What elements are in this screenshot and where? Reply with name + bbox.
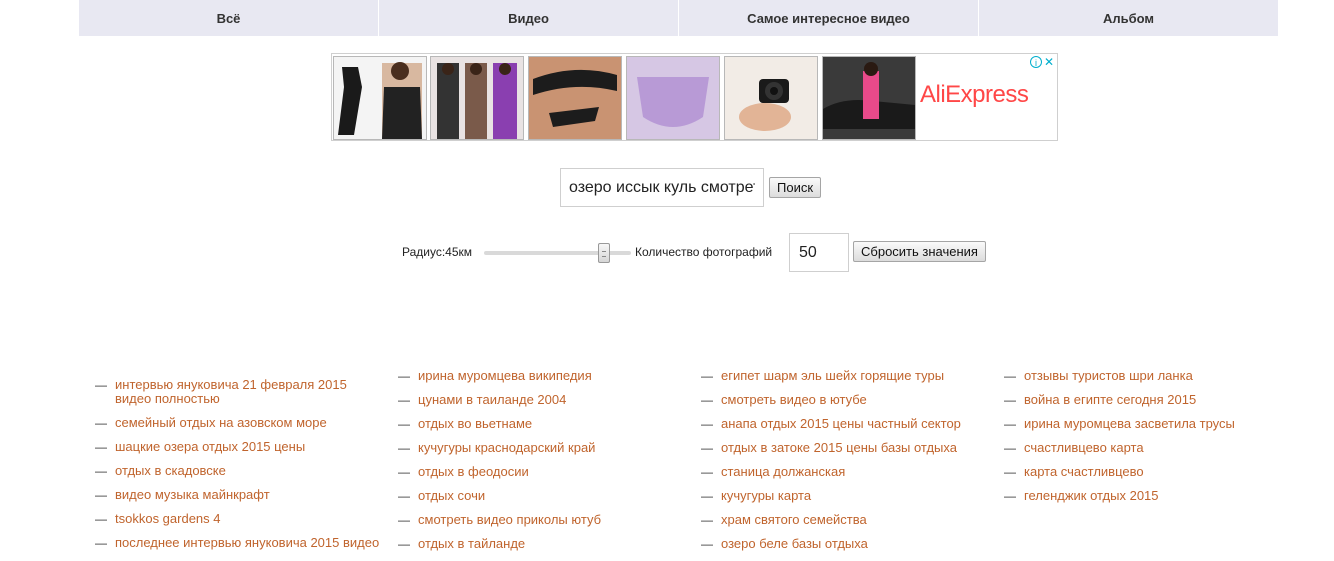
ad-image-mini-camera[interactable] (724, 56, 818, 140)
ad-badges: i ✕ (1029, 56, 1054, 68)
info-icon[interactable]: i (1029, 56, 1042, 68)
suggestion-link[interactable]: отдых сочи (418, 488, 485, 503)
suggestion-link[interactable]: египет шарм эль шейх горящие туры (721, 368, 944, 383)
radius-slider-handle[interactable] (598, 243, 610, 263)
list-item: геленджик отдых 2015 (1004, 488, 1294, 504)
suggestion-link[interactable]: отдых в скадовске (115, 463, 226, 478)
suggestion-link[interactable]: ирина муромцева засветила трусы (1024, 416, 1235, 431)
suggestion-link[interactable]: видео музыка майнкрафт (115, 487, 270, 502)
list-item: отдых сочи (398, 488, 688, 504)
links-column-4: отзывы туристов шри ланка война в египте … (1004, 369, 1294, 513)
list-item: отзывы туристов шри ланка (1004, 368, 1294, 384)
list-item: видео музыка майнкрафт (95, 487, 385, 503)
list-item: анапа отдых 2015 цены частный сектор (701, 416, 991, 432)
suggestion-link[interactable]: отзывы туристов шри ланка (1024, 368, 1193, 383)
suggestion-link[interactable]: шацкие озера отдых 2015 цены (115, 439, 305, 454)
list-item: отдых в тайланде (398, 536, 688, 552)
links-column-1: интервью януковича 21 февраля 2015 видео… (95, 378, 385, 560)
suggestion-link[interactable]: храм святого семейства (721, 512, 867, 527)
suggestion-link[interactable]: отдых в феодосии (418, 464, 529, 479)
ad-image-underwear[interactable] (626, 56, 720, 140)
photo-count-label: Количество фотографий (635, 245, 773, 259)
suggestion-link[interactable]: анапа отдых 2015 цены частный сектор (721, 416, 961, 431)
tab-all[interactable]: Всё (79, 0, 379, 36)
top-tab-bar: Всё Видео Самое интересное видео Альбом (79, 0, 1278, 36)
list-item: карта счастливцево (1004, 464, 1294, 480)
list-item: отдых в скадовске (95, 463, 385, 479)
list-item: храм святого семейства (701, 512, 991, 528)
search-input[interactable] (560, 168, 764, 207)
suggestion-link[interactable]: смотреть видео в ютубе (721, 392, 867, 407)
ad-image-lingerie-black[interactable] (333, 56, 427, 140)
ad-banner[interactable]: AliExpress i ✕ (331, 53, 1058, 141)
suggestion-link[interactable]: семейный отдых на азовском море (115, 415, 327, 430)
list-item: египет шарм эль шейх горящие туры (701, 368, 991, 384)
list-item: кучугуры карта (701, 488, 991, 504)
list-item: смотреть видео приколы ютуб (398, 512, 688, 528)
list-item: цунами в таиланде 2004 (398, 392, 688, 408)
suggestion-link[interactable]: последнее интервью януковича 2015 видео (115, 535, 379, 550)
list-item: счастливцево карта (1004, 440, 1294, 456)
photo-count-input[interactable] (789, 233, 849, 272)
list-item: ирина муромцева википедия (398, 368, 688, 384)
suggestion-link[interactable]: цунами в таиланде 2004 (418, 392, 566, 407)
tab-album[interactable]: Альбом (979, 0, 1278, 36)
suggestion-link[interactable]: геленджик отдых 2015 (1024, 488, 1159, 503)
links-column-2: ирина муромцева википедия цунами в таилан… (398, 369, 688, 561)
list-item: отдых в феодосии (398, 464, 688, 480)
reset-values-button[interactable]: Сбросить значения (853, 241, 986, 262)
suggestion-link[interactable]: смотреть видео приколы ютуб (418, 512, 601, 527)
search-button[interactable]: Поиск (769, 177, 822, 198)
suggestion-link[interactable]: tsokkos gardens 4 (115, 511, 221, 526)
list-item: последнее интервью януковича 2015 видео (95, 535, 385, 551)
suggestion-link[interactable]: отдых во вьетнаме (418, 416, 532, 431)
list-item: отдых во вьетнаме (398, 416, 688, 432)
suggestion-link[interactable]: отдых в тайланде (418, 536, 525, 551)
ad-image-car-model[interactable] (822, 56, 916, 140)
suggestion-link[interactable]: карта счастливцево (1024, 464, 1144, 479)
ad-image-swimwear[interactable] (528, 56, 622, 140)
list-item: семейный отдых на азовском море (95, 415, 385, 431)
list-item: станица должанская (701, 464, 991, 480)
ad-image-bodysuits[interactable] (430, 56, 524, 140)
list-item: война в египте сегодня 2015 (1004, 392, 1294, 408)
list-item: tsokkos gardens 4 (95, 511, 385, 527)
tab-video[interactable]: Видео (379, 0, 679, 36)
list-item: озеро беле базы отдыха (701, 536, 991, 552)
list-item: смотреть видео в ютубе (701, 392, 991, 408)
radius-label: Радиус:45км (402, 245, 473, 259)
suggestion-link[interactable]: кучугуры карта (721, 488, 811, 503)
suggestion-link[interactable]: счастливцево карта (1024, 440, 1144, 455)
list-item: отдых в затоке 2015 цены базы отдыха (701, 440, 991, 456)
list-item: шацкие озера отдых 2015 цены (95, 439, 385, 455)
suggestion-link[interactable]: озеро беле базы отдыха (721, 536, 868, 551)
links-column-3: египет шарм эль шейх горящие туры смотрет… (701, 369, 991, 561)
tab-most-interesting-video[interactable]: Самое интересное видео (679, 0, 979, 36)
list-item: интервью януковича 21 февраля 2015 видео… (95, 378, 385, 406)
suggestion-link[interactable]: ирина муромцева википедия (418, 368, 592, 383)
suggestion-link[interactable]: кучугуры краснодарский край (418, 440, 595, 455)
suggestion-link[interactable]: станица должанская (721, 464, 845, 479)
aliexpress-logo[interactable]: AliExpress (920, 81, 1029, 109)
suggestion-link[interactable]: отдых в затоке 2015 цены базы отдыха (721, 440, 957, 455)
list-item: кучугуры краснодарский край (398, 440, 688, 456)
suggestion-link[interactable]: интервью януковича 21 февраля 2015 видео… (115, 377, 347, 406)
list-item: ирина муромцева засветила трусы (1004, 416, 1294, 432)
suggestion-link[interactable]: война в египте сегодня 2015 (1024, 392, 1196, 407)
close-icon[interactable]: ✕ (1044, 56, 1054, 68)
